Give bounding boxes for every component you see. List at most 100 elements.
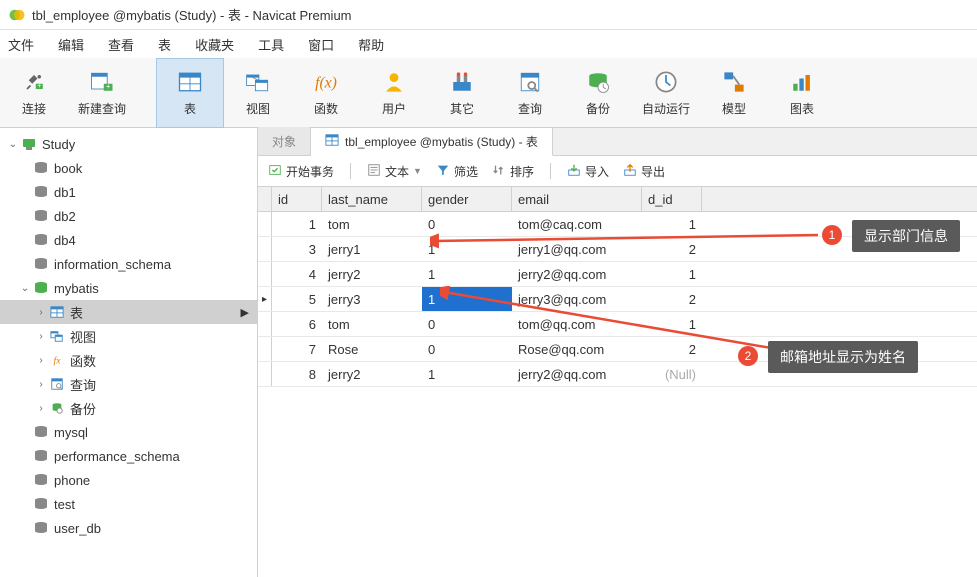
table-row[interactable]: 6tom0tom@qq.com1: [258, 312, 977, 337]
cell-gender[interactable]: 1: [422, 262, 512, 286]
table-row[interactable]: ▸5jerry31jerry3@qq.com2: [258, 287, 977, 312]
tree-db-user_db[interactable]: user_db: [0, 516, 257, 540]
tree-node-视图[interactable]: ›视图: [0, 324, 257, 348]
cell-d_id[interactable]: 1: [642, 212, 702, 236]
cell-email[interactable]: jerry1@qq.com: [512, 237, 642, 261]
chevron-right-icon[interactable]: ›: [34, 379, 48, 390]
tree-db-information_schema[interactable]: information_schema: [0, 252, 257, 276]
filter-button[interactable]: 筛选: [436, 163, 478, 180]
table-row[interactable]: 8jerry21jerry2@qq.com(Null): [258, 362, 977, 387]
table-row[interactable]: 4jerry21jerry2@qq.com1: [258, 262, 977, 287]
tree-db-db4[interactable]: db4: [0, 228, 257, 252]
cell-d_id[interactable]: 2: [642, 337, 702, 361]
cell-d_id[interactable]: (Null): [642, 362, 702, 386]
cell-id[interactable]: 1: [272, 212, 322, 236]
tree-db-test[interactable]: test: [0, 492, 257, 516]
cell-gender[interactable]: 0: [422, 212, 512, 236]
column-header-id[interactable]: id: [272, 187, 322, 211]
toolbar-autorun[interactable]: 自动运行: [632, 58, 700, 128]
tree-node-函数[interactable]: ›fx函数: [0, 348, 257, 372]
tree-db-book[interactable]: book: [0, 156, 257, 180]
menu-help[interactable]: 帮助: [358, 35, 384, 54]
tree-node-备份[interactable]: ›备份: [0, 396, 257, 420]
table-row[interactable]: 7Rose0Rose@qq.com2: [258, 337, 977, 362]
chevron-right-icon[interactable]: ›: [34, 331, 48, 342]
sort-button[interactable]: 排序: [492, 163, 534, 180]
cell-email[interactable]: tom@caq.com: [512, 212, 642, 236]
toolbar-plug[interactable]: +连接: [0, 58, 68, 128]
tree-connection-study[interactable]: ⌄Study: [0, 132, 257, 156]
menu-edit[interactable]: 编辑: [58, 35, 84, 54]
tree-node-表[interactable]: ›表▶: [0, 300, 257, 324]
menu-table[interactable]: 表: [158, 35, 171, 54]
toolbar-chart[interactable]: 图表: [768, 58, 836, 128]
tree-node-查询[interactable]: ›查询: [0, 372, 257, 396]
cell-d_id[interactable]: 1: [642, 312, 702, 336]
data-grid[interactable]: idlast_namegenderemaild_id1tom0tom@caq.c…: [258, 186, 977, 387]
tree-db-phone[interactable]: phone: [0, 468, 257, 492]
begin-transaction-button[interactable]: 开始事务: [268, 163, 334, 180]
cell-email[interactable]: Rose@qq.com: [512, 337, 642, 361]
column-header-d_id[interactable]: d_id: [642, 187, 702, 211]
text-view-button[interactable]: 文本 ▼: [367, 163, 422, 180]
cell-email[interactable]: jerry2@qq.com: [512, 262, 642, 286]
tree-db-performance_schema[interactable]: performance_schema: [0, 444, 257, 468]
cell-gender[interactable]: 1: [422, 237, 512, 261]
cell-gender[interactable]: 1: [422, 362, 512, 386]
menu-window[interactable]: 窗口: [308, 35, 334, 54]
toolbar-function[interactable]: f(x)函数: [292, 58, 360, 128]
cell-last_name[interactable]: jerry3: [322, 287, 422, 311]
tab-objects[interactable]: 对象: [258, 127, 311, 155]
toolbar-query[interactable]: 查询: [496, 58, 564, 128]
tree-db-db1[interactable]: db1: [0, 180, 257, 204]
cell-last_name[interactable]: jerry2: [322, 262, 422, 286]
chevron-down-icon[interactable]: ⌄: [6, 139, 20, 150]
menu-file[interactable]: 文件: [8, 35, 34, 54]
connection-tree[interactable]: ⌄Studybookdb1db2db4information_schema⌄my…: [0, 128, 258, 577]
tab-tbl-employee[interactable]: tbl_employee @mybatis (Study) - 表: [311, 128, 553, 156]
cell-last_name[interactable]: tom: [322, 212, 422, 236]
cell-last_name[interactable]: tom: [322, 312, 422, 336]
tree-db-mybatis[interactable]: ⌄mybatis: [0, 276, 257, 300]
cell-d_id[interactable]: 2: [642, 237, 702, 261]
cell-d_id[interactable]: 1: [642, 262, 702, 286]
cell-gender[interactable]: 0: [422, 337, 512, 361]
toolbar-view[interactable]: 视图: [224, 58, 292, 128]
column-header-gender[interactable]: gender: [422, 187, 512, 211]
tree-db-mysql[interactable]: mysql: [0, 420, 257, 444]
toolbar-table[interactable]: 表: [156, 58, 224, 128]
cell-id[interactable]: 4: [272, 262, 322, 286]
menu-view[interactable]: 查看: [108, 35, 134, 54]
chevron-right-icon[interactable]: ›: [34, 307, 48, 318]
menu-favorites[interactable]: 收藏夹: [195, 35, 234, 54]
cell-id[interactable]: 5: [272, 287, 322, 311]
cell-id[interactable]: 6: [272, 312, 322, 336]
cell-email[interactable]: jerry3@qq.com: [512, 287, 642, 311]
cell-email[interactable]: tom@qq.com: [512, 312, 642, 336]
cell-last_name[interactable]: jerry1: [322, 237, 422, 261]
cell-id[interactable]: 3: [272, 237, 322, 261]
cell-id[interactable]: 8: [272, 362, 322, 386]
tree-db-db2[interactable]: db2: [0, 204, 257, 228]
column-header-last_name[interactable]: last_name: [322, 187, 422, 211]
toolbar-backup[interactable]: 备份: [564, 58, 632, 128]
cell-last_name[interactable]: Rose: [322, 337, 422, 361]
cell-d_id[interactable]: 2: [642, 287, 702, 311]
cell-gender[interactable]: 0: [422, 312, 512, 336]
toolbar-user[interactable]: 用户: [360, 58, 428, 128]
table-row[interactable]: 3jerry11jerry1@qq.com2: [258, 237, 977, 262]
toolbar-new-query[interactable]: +新建查询: [68, 58, 136, 128]
cell-id[interactable]: 7: [272, 337, 322, 361]
table-row[interactable]: 1tom0tom@caq.com1: [258, 212, 977, 237]
toolbar-other[interactable]: 其它: [428, 58, 496, 128]
toolbar-model[interactable]: 模型: [700, 58, 768, 128]
column-header-email[interactable]: email: [512, 187, 642, 211]
cell-gender[interactable]: 1: [422, 287, 512, 311]
chevron-right-icon[interactable]: ›: [34, 403, 48, 414]
cell-last_name[interactable]: jerry2: [322, 362, 422, 386]
import-button[interactable]: 导入: [567, 163, 609, 180]
export-button[interactable]: 导出: [623, 163, 665, 180]
menu-tools[interactable]: 工具: [258, 35, 284, 54]
chevron-down-icon[interactable]: ⌄: [18, 283, 32, 294]
cell-email[interactable]: jerry2@qq.com: [512, 362, 642, 386]
